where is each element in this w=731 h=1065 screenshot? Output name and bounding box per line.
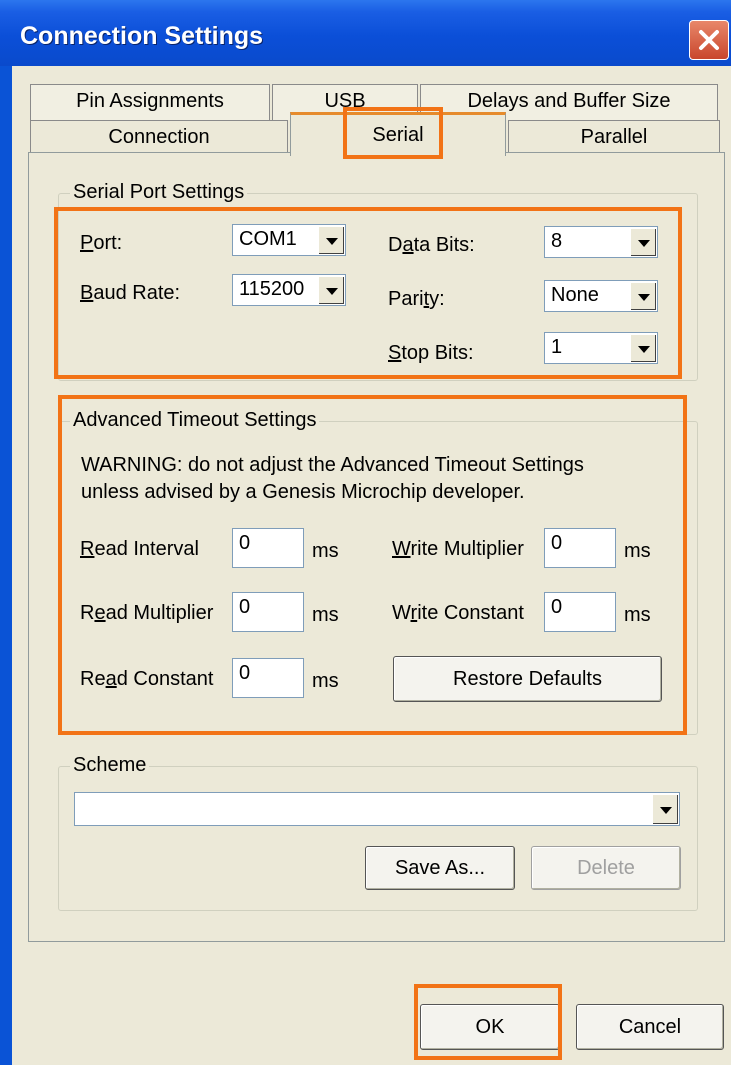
tab-label: Delays and Buffer Size: [467, 90, 671, 112]
tab-parallel[interactable]: Parallel: [508, 120, 720, 156]
scheme-group-title: Scheme: [70, 754, 150, 777]
close-icon: [699, 30, 719, 50]
window-title: Connection Settings: [20, 22, 264, 50]
save-as-button[interactable]: Save As...: [365, 846, 515, 890]
cancel-button[interactable]: Cancel: [576, 1004, 724, 1050]
cancel-label: Cancel: [618, 1016, 682, 1038]
highlight-timeout-settings: [58, 395, 687, 735]
save-as-label: Save As...: [394, 857, 486, 879]
tab-label: Pin Assignments: [76, 90, 224, 112]
title-bar[interactable]: Connection Settings: [0, 0, 731, 66]
tab-label: Connection: [108, 126, 210, 148]
highlight-ok-button: [414, 984, 562, 1060]
tab-connection[interactable]: Connection: [30, 120, 288, 156]
delete-label: Delete: [577, 857, 635, 879]
scheme-select[interactable]: [74, 792, 680, 826]
close-button[interactable]: [689, 20, 729, 60]
chevron-down-icon[interactable]: [652, 794, 678, 824]
serial-port-group-title: Serial Port Settings: [70, 181, 248, 204]
delete-button[interactable]: Delete: [531, 846, 681, 890]
tab-label: Parallel: [580, 126, 648, 148]
highlight-serial-tab: [343, 107, 443, 159]
highlight-serial-settings: [54, 207, 682, 379]
tab-pin-assignments[interactable]: Pin Assignments: [30, 84, 270, 120]
